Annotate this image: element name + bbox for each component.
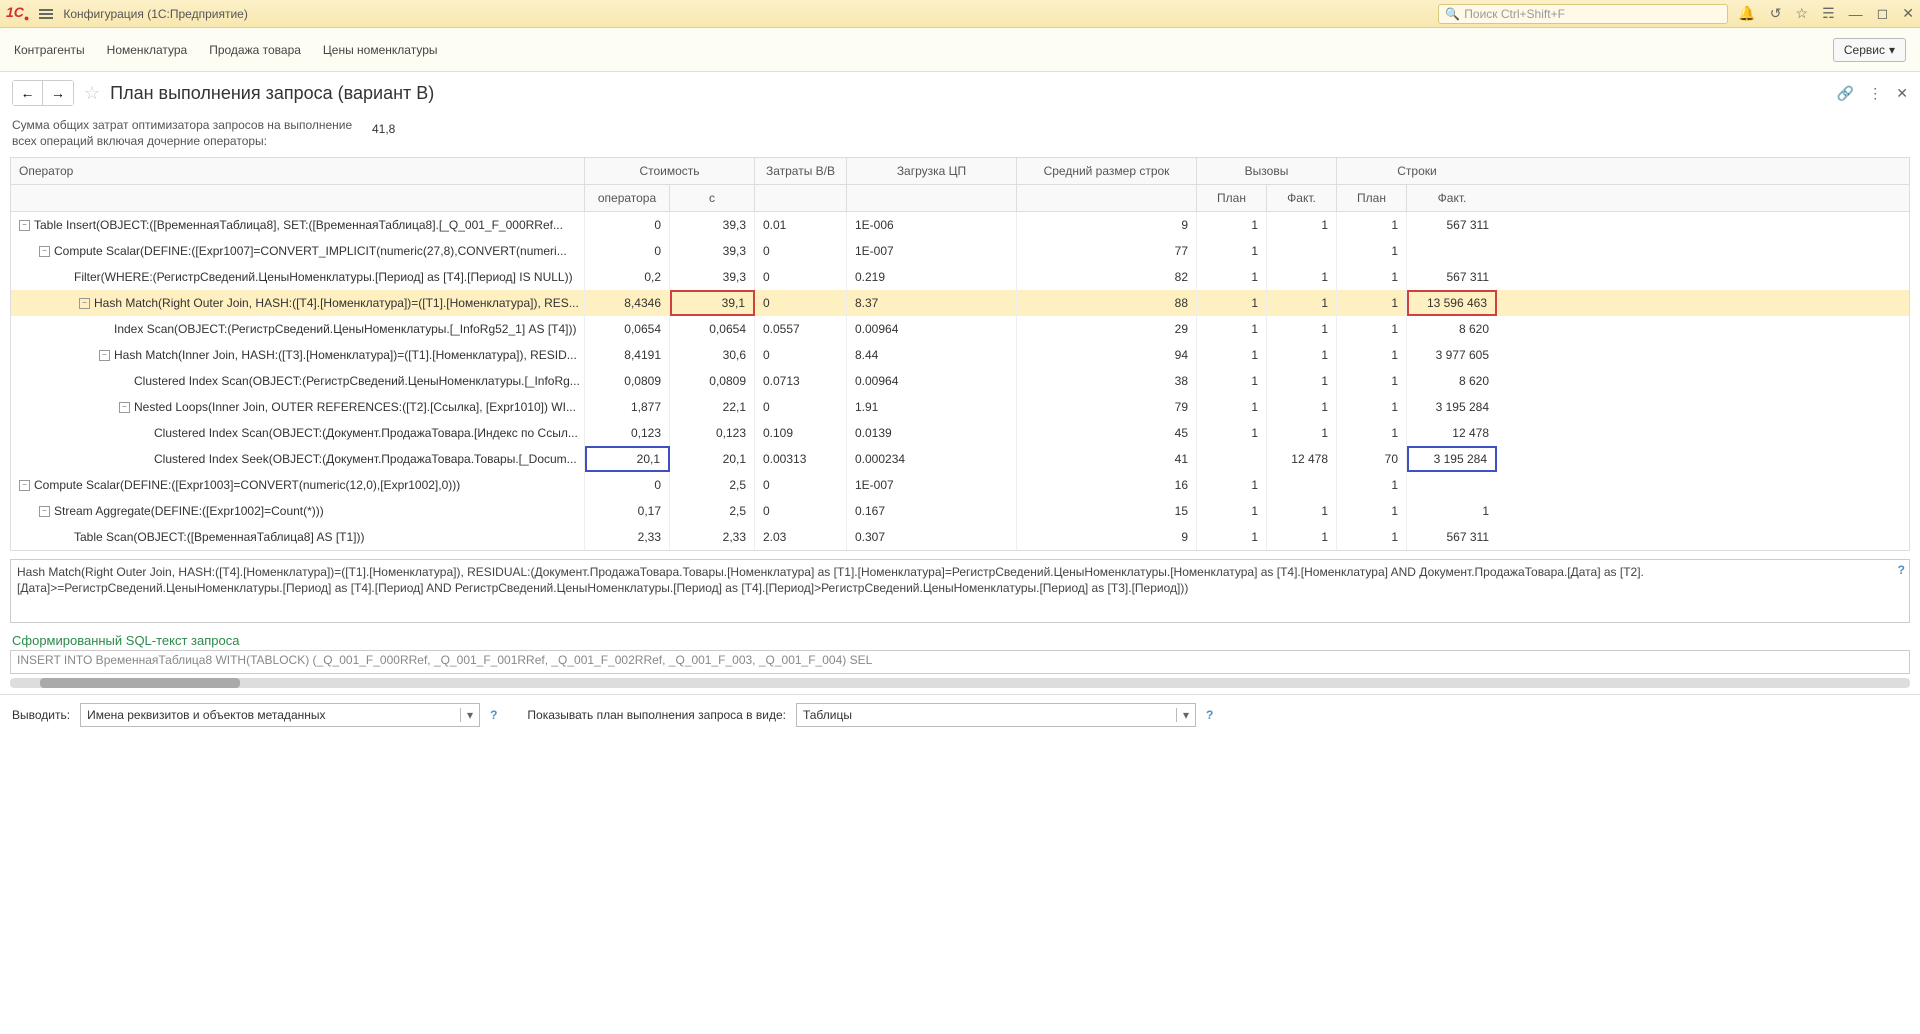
tree-toggle-icon[interactable]: − — [39, 506, 50, 517]
menu-item[interactable]: Продажа товара — [209, 43, 301, 57]
col-cost-op[interactable]: оператора — [585, 185, 670, 211]
output-combo[interactable]: Имена реквизитов и объектов метаданных ▾ — [80, 703, 480, 727]
plan-help-icon[interactable]: ? — [1206, 708, 1213, 722]
table-row[interactable]: Index Scan(OBJECT:(РегистрСведений.ЦеныН… — [11, 316, 1909, 342]
col-rows-plan[interactable]: План — [1337, 185, 1407, 211]
col-io[interactable]: Затраты В/В — [755, 158, 847, 184]
global-search[interactable]: 🔍 Поиск Ctrl+Shift+F — [1438, 4, 1728, 24]
summary-label: Сумма общих затрат оптимизатора запросов… — [12, 118, 362, 149]
table-row[interactable]: −Stream Aggregate(DEFINE:([Expr1002]=Cou… — [11, 498, 1909, 524]
detail-help-icon[interactable]: ? — [1898, 562, 1905, 578]
col-calls-plan[interactable]: План — [1197, 185, 1267, 211]
output-label: Выводить: — [12, 708, 70, 722]
tree-toggle-icon[interactable]: − — [79, 298, 90, 309]
chevron-down-icon: ▾ — [460, 708, 473, 722]
table-row[interactable]: −Nested Loops(Inner Join, OUTER REFERENC… — [11, 394, 1909, 420]
close-window-icon[interactable]: ✕ — [1902, 5, 1914, 22]
app-logo: 1C● — [6, 4, 29, 23]
col-rows[interactable]: Строки — [1337, 158, 1497, 184]
chevron-down-icon: ▾ — [1176, 708, 1189, 722]
kebab-icon[interactable]: ⋮ — [1868, 85, 1882, 102]
close-page-icon[interactable]: ✕ — [1896, 85, 1908, 102]
tree-toggle-icon[interactable]: − — [99, 350, 110, 361]
sql-text-box[interactable]: INSERT INTO ВременнаяТаблица8 WITH(TABLO… — [10, 650, 1910, 674]
filter-icon[interactable]: ☴ — [1822, 5, 1835, 22]
tree-toggle-icon[interactable]: − — [19, 220, 30, 231]
window-title: Конфигурация (1С:Предприятие) — [63, 7, 248, 21]
maximize-icon[interactable]: ◻ — [1877, 5, 1889, 22]
col-cost[interactable]: Стоимость — [585, 158, 755, 184]
table-row[interactable]: −Hash Match(Right Outer Join, HASH:([T4]… — [11, 290, 1909, 316]
col-calls-fact[interactable]: Факт. — [1267, 185, 1337, 211]
menu-item[interactable]: Контрагенты — [14, 43, 85, 57]
table-row[interactable]: Clustered Index Scan(OBJECT:(Документ.Пр… — [11, 420, 1909, 446]
col-cost-c[interactable]: с — [670, 185, 755, 211]
star-icon[interactable]: ☆ — [1796, 5, 1809, 22]
tree-toggle-icon[interactable]: − — [19, 480, 30, 491]
table-row[interactable]: −Compute Scalar(DEFINE:([Expr1007]=CONVE… — [11, 238, 1909, 264]
table-row[interactable]: Clustered Index Seek(OBJECT:(Документ.Пр… — [11, 446, 1909, 472]
table-row[interactable]: Filter(WHERE:(РегистрСведений.ЦеныНоменк… — [11, 264, 1909, 290]
sql-scrollbar[interactable] — [10, 678, 1910, 688]
col-calls[interactable]: Вызовы — [1197, 158, 1337, 184]
summary-value: 41,8 — [372, 118, 395, 136]
detail-text[interactable]: ? Hash Match(Right Outer Join, HASH:([T4… — [10, 559, 1910, 623]
main-menu-icon[interactable] — [39, 9, 53, 19]
search-placeholder: Поиск Ctrl+Shift+F — [1464, 7, 1565, 21]
link-icon[interactable]: 🔗 — [1837, 85, 1854, 102]
table-row[interactable]: −Table Insert(OBJECT:([ВременнаяТаблица8… — [11, 212, 1909, 238]
nav-forward-button[interactable]: → — [43, 81, 73, 105]
history-icon[interactable]: ↺ — [1770, 5, 1782, 22]
table-row[interactable]: −Compute Scalar(DEFINE:([Expr1003]=CONVE… — [11, 472, 1909, 498]
menu-item[interactable]: Цены номенклатуры — [323, 43, 438, 57]
tree-toggle-icon[interactable]: − — [119, 402, 130, 413]
tree-toggle-icon[interactable]: − — [39, 246, 50, 257]
nav-back-button[interactable]: ← — [13, 81, 43, 105]
col-operator[interactable]: Оператор — [11, 158, 585, 184]
chevron-down-icon: ▾ — [1889, 43, 1895, 57]
col-rowsize[interactable]: Средний размер строк — [1017, 158, 1197, 184]
minimize-icon[interactable]: — — [1849, 6, 1863, 22]
output-help-icon[interactable]: ? — [490, 708, 497, 722]
service-button[interactable]: Сервис ▾ — [1833, 38, 1906, 62]
bell-icon[interactable]: 🔔 — [1738, 5, 1755, 22]
plan-view-combo[interactable]: Таблицы ▾ — [796, 703, 1196, 727]
plan-view-label: Показывать план выполнения запроса в вид… — [527, 708, 786, 722]
col-rows-fact[interactable]: Факт. — [1407, 185, 1497, 211]
search-icon: 🔍 — [1445, 7, 1460, 21]
sql-section-title: Сформированный SQL-текст запроса — [0, 627, 1920, 650]
menu-item[interactable]: Номенклатура — [107, 43, 188, 57]
table-row[interactable]: −Hash Match(Inner Join, HASH:([T3].[Номе… — [11, 342, 1909, 368]
page-title: План выполнения запроса (вариант B) — [110, 83, 434, 104]
table-row[interactable]: Table Scan(OBJECT:([ВременнаяТаблица8] A… — [11, 524, 1909, 550]
table-row[interactable]: Clustered Index Scan(OBJECT:(РегистрСвед… — [11, 368, 1909, 394]
col-cpu[interactable]: Загрузка ЦП — [847, 158, 1017, 184]
favorite-star[interactable]: ☆ — [84, 83, 100, 104]
